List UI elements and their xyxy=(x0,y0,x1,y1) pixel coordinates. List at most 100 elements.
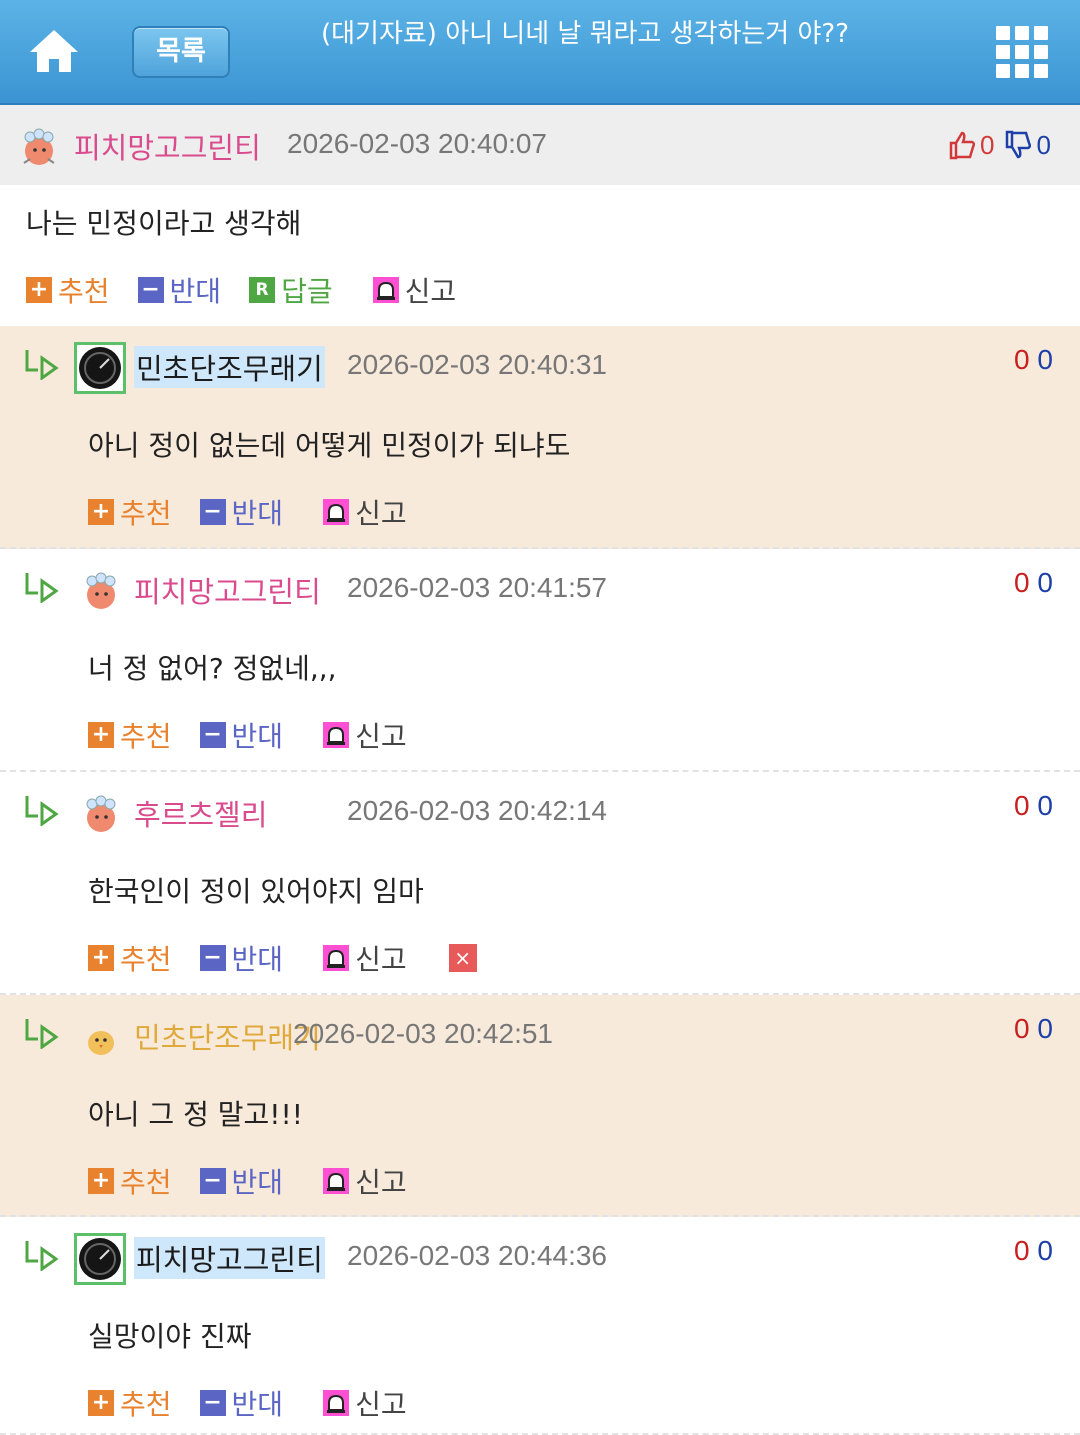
post-body: 나는 민정이라고 생각해 xyxy=(26,207,302,240)
page-title: (대기자료) 아니 니네 날 뭐라고 생각하는거 야?? xyxy=(320,19,850,49)
siren-icon xyxy=(323,945,350,971)
comment-votes: 0 0 xyxy=(1014,790,1053,822)
avatar[interactable] xyxy=(74,342,126,394)
peach-avatar-icon xyxy=(78,567,124,613)
oppose-button[interactable]: − 반대 xyxy=(199,1383,283,1423)
comment-item: 민초단조무래기 2026-02-03 20:40:31 0 0 아니 정이 없는데 어… xyxy=(0,326,1080,549)
reply-arrow-icon xyxy=(25,796,59,826)
comment-actions: + 추천 − 반대 신고 × xyxy=(88,940,477,976)
comment-body: 실망이야 진짜 xyxy=(88,1320,252,1353)
report-button[interactable]: 신고 xyxy=(323,1161,407,1201)
oppose-button[interactable]: − 반대 xyxy=(199,715,283,755)
siren-icon xyxy=(323,499,350,525)
comment-up-count: 0 xyxy=(1014,567,1030,598)
comment-item: 피치망고그린티 2026-02-03 20:41:57 0 0 너 정 없어? 정없네… xyxy=(0,549,1080,772)
comment-actions: + 추천 − 반대 신고 xyxy=(88,1385,435,1421)
comment-votes: 0 0 xyxy=(1014,344,1053,376)
down-count: 0 xyxy=(1036,129,1051,160)
peach-avatar-icon xyxy=(23,128,55,165)
recommend-button[interactable]: + 추천 xyxy=(26,270,110,310)
comment-body: 아니 그 정 말고!!! xyxy=(88,1098,303,1131)
comment-votes: 0 0 xyxy=(1014,1235,1053,1267)
comment-date: 2026-02-03 20:40:31 xyxy=(347,349,607,380)
post-date: 2026-02-03 20:40:07 xyxy=(287,128,547,159)
recommend-button[interactable]: + 추천 xyxy=(88,492,172,532)
report-button[interactable]: 신고 xyxy=(372,270,456,310)
list-button[interactable]: 목록 xyxy=(132,26,230,78)
comment-up-count: 0 xyxy=(1014,344,1030,375)
comment-date: 2026-02-03 20:41:57 xyxy=(347,572,607,603)
reply-arrow-icon xyxy=(25,1019,59,1049)
comment-item: 피치망고그린티 2026-02-03 20:44:36 0 0 실망이야 진짜 + 추천 −… xyxy=(0,1217,1080,1435)
minus-icon: − xyxy=(199,1168,226,1194)
comment-body: 한국인이 정이 있어야지 임마 xyxy=(88,875,424,908)
minus-icon: − xyxy=(199,499,226,525)
chick-avatar-icon xyxy=(78,1015,124,1061)
thumbs-down-icon[interactable] xyxy=(1004,130,1032,160)
plus-icon: + xyxy=(88,945,114,971)
comment-down-count: 0 xyxy=(1037,567,1053,598)
comment-date: 2026-02-03 20:42:51 xyxy=(293,1018,553,1049)
comment-date: 2026-02-03 20:42:14 xyxy=(347,795,607,826)
post-header: 피치망고그린티 2026-02-03 20:40:07 0 0 xyxy=(0,105,1080,185)
oppose-button[interactable]: − 반대 xyxy=(199,1161,283,1201)
recommend-button[interactable]: + 추천 xyxy=(88,1161,172,1201)
comment-author[interactable]: 피치망고그린티 xyxy=(134,569,321,611)
comment-body: 너 정 없어? 정없네,,, xyxy=(88,652,337,685)
up-count: 0 xyxy=(980,129,995,160)
siren-icon xyxy=(323,1168,350,1194)
oppose-button[interactable]: − 반대 xyxy=(137,270,221,310)
comment-up-count: 0 xyxy=(1014,1235,1030,1266)
report-button[interactable]: 신고 xyxy=(323,492,407,532)
comment-down-count: 0 xyxy=(1037,344,1053,375)
comment-down-count: 0 xyxy=(1037,1013,1053,1044)
comment-body: 아니 정이 없는데 어떻게 민정이가 되냐도 xyxy=(88,429,571,462)
minus-icon: − xyxy=(199,1390,226,1416)
report-button[interactable]: 신고 xyxy=(323,1383,407,1423)
reply-arrow-icon xyxy=(25,1241,59,1271)
report-button[interactable]: 신고 xyxy=(323,938,407,978)
plus-icon: + xyxy=(26,277,52,303)
comment-item: 민초단조무래기 2026-02-03 20:42:51 0 0 아니 그 정 말고!!… xyxy=(0,995,1080,1217)
plus-icon: + xyxy=(88,499,114,525)
oppose-button[interactable]: − 반대 xyxy=(199,492,283,532)
reply-r-icon: R xyxy=(249,277,276,303)
grid-menu-icon[interactable] xyxy=(996,26,1048,78)
comment-votes: 0 0 xyxy=(1014,1013,1053,1045)
comment-up-count: 0 xyxy=(1014,1013,1030,1044)
home-button[interactable] xyxy=(26,24,82,80)
reply-button[interactable]: R 답글 xyxy=(249,270,333,310)
comment-author[interactable]: 피치망고그린티 xyxy=(134,1237,325,1279)
comment-actions: + 추천 − 반대 신고 xyxy=(88,494,435,530)
thumbs-up-icon[interactable] xyxy=(948,130,976,160)
comment-author[interactable]: 후르츠젤리 xyxy=(134,792,267,834)
comment-actions: + 추천 − 반대 신고 xyxy=(88,717,435,753)
comment-votes: 0 0 xyxy=(1014,567,1053,599)
delete-button[interactable]: × xyxy=(448,944,477,972)
comment-date: 2026-02-03 20:44:36 xyxy=(347,1240,607,1271)
recommend-button[interactable]: + 추천 xyxy=(88,1383,172,1423)
post-actions: + 추천 − 반대 R 답글 신고 xyxy=(26,272,484,308)
reply-arrow-icon xyxy=(25,350,59,380)
post-votes: 0 0 xyxy=(948,125,1051,165)
recommend-button[interactable]: + 추천 xyxy=(88,938,172,978)
minus-icon: − xyxy=(199,722,226,748)
report-button[interactable]: 신고 xyxy=(323,715,407,755)
siren-icon xyxy=(372,277,399,303)
plus-icon: + xyxy=(88,1390,114,1416)
siren-icon xyxy=(323,1390,350,1416)
oppose-button[interactable]: − 반대 xyxy=(199,938,283,978)
plus-icon: + xyxy=(88,722,114,748)
comment-item: 후르츠젤리 2026-02-03 20:42:14 0 0 한국인이 정이 있어야지 … xyxy=(0,772,1080,995)
reply-arrow-icon xyxy=(25,573,59,603)
comment-author[interactable]: 민초단조무래기 xyxy=(134,346,325,388)
minus-icon: − xyxy=(137,277,164,303)
siren-icon xyxy=(323,722,350,748)
post-author[interactable]: 피치망고그린티 xyxy=(74,125,261,167)
avatar[interactable] xyxy=(74,1233,126,1285)
comment-down-count: 0 xyxy=(1037,790,1053,821)
recommend-button[interactable]: + 추천 xyxy=(88,715,172,755)
comment-down-count: 0 xyxy=(1037,1235,1053,1266)
comment-actions: + 추천 − 반대 신고 xyxy=(88,1163,435,1199)
comment-up-count: 0 xyxy=(1014,790,1030,821)
